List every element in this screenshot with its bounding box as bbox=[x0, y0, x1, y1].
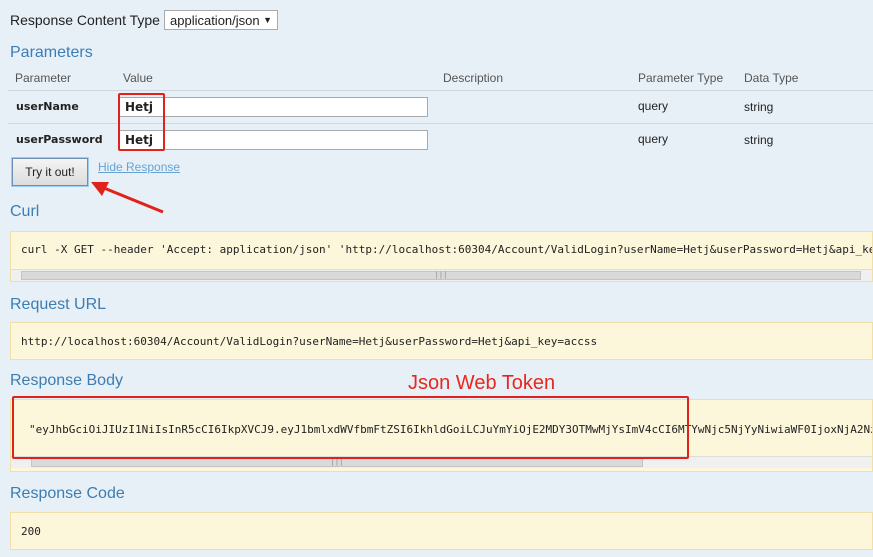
param-type-username: query bbox=[638, 99, 669, 113]
response-code-block: 200 bbox=[10, 512, 873, 550]
column-header-value: Value bbox=[123, 71, 153, 85]
parameters-title: Parameters bbox=[10, 44, 93, 61]
request-url-block: http://localhost:60304/Account/ValidLogi… bbox=[10, 322, 873, 360]
response-body-title: Response Body bbox=[10, 372, 123, 389]
param-name-username: userName bbox=[16, 100, 79, 113]
param-name-userpassword: userPassword bbox=[16, 133, 103, 146]
chevron-down-icon: ▼ bbox=[263, 15, 272, 25]
param-type-userpassword: query bbox=[638, 132, 669, 146]
annotation-arrow-icon bbox=[91, 182, 164, 214]
response-code-title: Response Code bbox=[10, 485, 125, 502]
table-divider bbox=[8, 90, 873, 91]
userpassword-input[interactable]: Hetj bbox=[119, 130, 428, 150]
request-url-title: Request URL bbox=[10, 296, 107, 313]
column-header-description: Description bbox=[443, 71, 504, 85]
curl-command: curl -X GET --header 'Accept: applicatio… bbox=[21, 243, 873, 256]
data-type-userpassword: string bbox=[744, 133, 774, 147]
curl-scrollbar[interactable]: ||| bbox=[11, 269, 872, 281]
column-header-data-type: Data Type bbox=[744, 71, 799, 85]
curl-block[interactable]: curl -X GET --header 'Accept: applicatio… bbox=[10, 231, 873, 282]
response-content-type-select[interactable]: application/json ▼ bbox=[164, 10, 278, 30]
response-code-value: 200 bbox=[21, 525, 41, 538]
annotation-label: Json Web Token bbox=[408, 372, 556, 394]
response-content-type-label: Response Content Type bbox=[10, 12, 160, 28]
data-type-username: string bbox=[744, 100, 774, 114]
selected-content-type: application/json bbox=[170, 13, 260, 28]
scroll-thumb[interactable]: ||| bbox=[21, 271, 861, 280]
annotation-highlight-token bbox=[12, 396, 689, 459]
curl-title: Curl bbox=[10, 203, 40, 220]
request-url-text: http://localhost:60304/Account/ValidLogi… bbox=[21, 335, 598, 348]
scroll-thumb[interactable]: ||| bbox=[31, 458, 643, 467]
annotation-highlight-inputs bbox=[118, 93, 165, 151]
try-it-out-button[interactable]: Try it out! bbox=[12, 158, 88, 186]
column-header-parameter-type: Parameter Type bbox=[638, 71, 724, 85]
column-header-parameter: Parameter bbox=[15, 71, 72, 85]
username-input[interactable]: Hetj bbox=[119, 97, 428, 117]
